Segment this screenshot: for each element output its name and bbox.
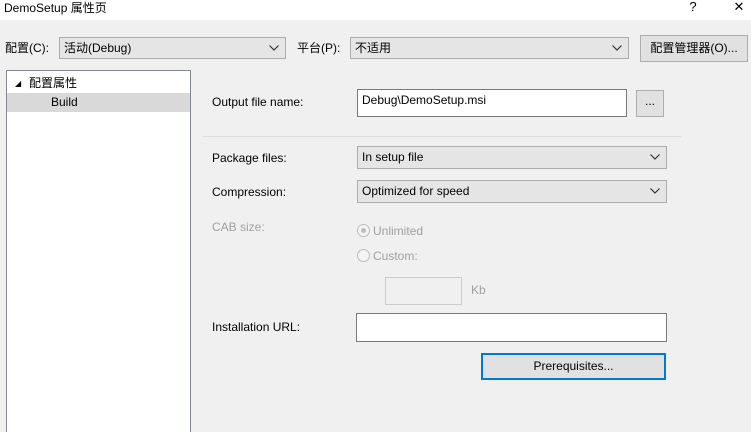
window-title: DemoSetup 属性页 — [4, 1, 107, 15]
output-file-label: Output file name: — [212, 95, 304, 109]
settings-tree: ◢ 配置属性 Build — [6, 70, 191, 432]
close-icon[interactable]: ✕ — [726, 0, 751, 16]
output-file-input[interactable]: Debug\DemoSetup.msi — [357, 89, 627, 117]
tree-item-label: Build — [51, 95, 78, 109]
package-files-value: In setup file — [362, 150, 424, 164]
prerequisites-button[interactable]: Prerequisites... — [481, 353, 666, 380]
chevron-down-icon — [650, 154, 660, 160]
custom-label: Custom: — [373, 249, 418, 263]
help-icon[interactable]: ? — [680, 0, 706, 16]
chevron-down-icon — [269, 45, 279, 51]
divider — [203, 136, 681, 137]
compression-value: Optimized for speed — [362, 184, 470, 198]
unlimited-radio[interactable] — [357, 224, 370, 237]
chevron-down-icon — [650, 188, 660, 194]
platform-label: 平台(P): — [297, 41, 341, 55]
platform-dropdown[interactable]: 不适用 — [350, 37, 629, 59]
title-bar: DemoSetup 属性页 ? ✕ — [0, 0, 751, 20]
config-label: 配置(C): — [5, 41, 49, 55]
config-dropdown[interactable]: 活动(Debug) — [59, 37, 286, 59]
cab-size-input[interactable] — [385, 277, 462, 305]
compression-label: Compression: — [212, 185, 287, 199]
expander-icon[interactable]: ◢ — [15, 74, 29, 93]
cab-size-label: CAB size: — [212, 220, 265, 234]
custom-radio[interactable] — [357, 249, 370, 262]
config-manager-button[interactable]: 配置管理器(O)... — [640, 35, 748, 62]
installation-url-input[interactable] — [356, 313, 667, 342]
browse-button[interactable]: ... — [636, 90, 664, 117]
package-files-dropdown[interactable]: In setup file — [357, 146, 667, 169]
installation-url-label: Installation URL: — [212, 320, 301, 334]
platform-dropdown-value: 不适用 — [355, 41, 392, 55]
tree-item-config-properties[interactable]: ◢ 配置属性 — [7, 74, 190, 93]
chevron-down-icon — [612, 45, 622, 51]
unlimited-label: Unlimited — [373, 224, 424, 238]
config-dropdown-value: 活动(Debug) — [64, 41, 132, 55]
compression-dropdown[interactable]: Optimized for speed — [357, 180, 667, 203]
tree-item-label: 配置属性 — [29, 76, 78, 90]
tree-item-build[interactable]: Build — [7, 93, 190, 112]
kb-unit-label: Kb — [471, 283, 486, 297]
package-files-label: Package files: — [212, 151, 287, 165]
